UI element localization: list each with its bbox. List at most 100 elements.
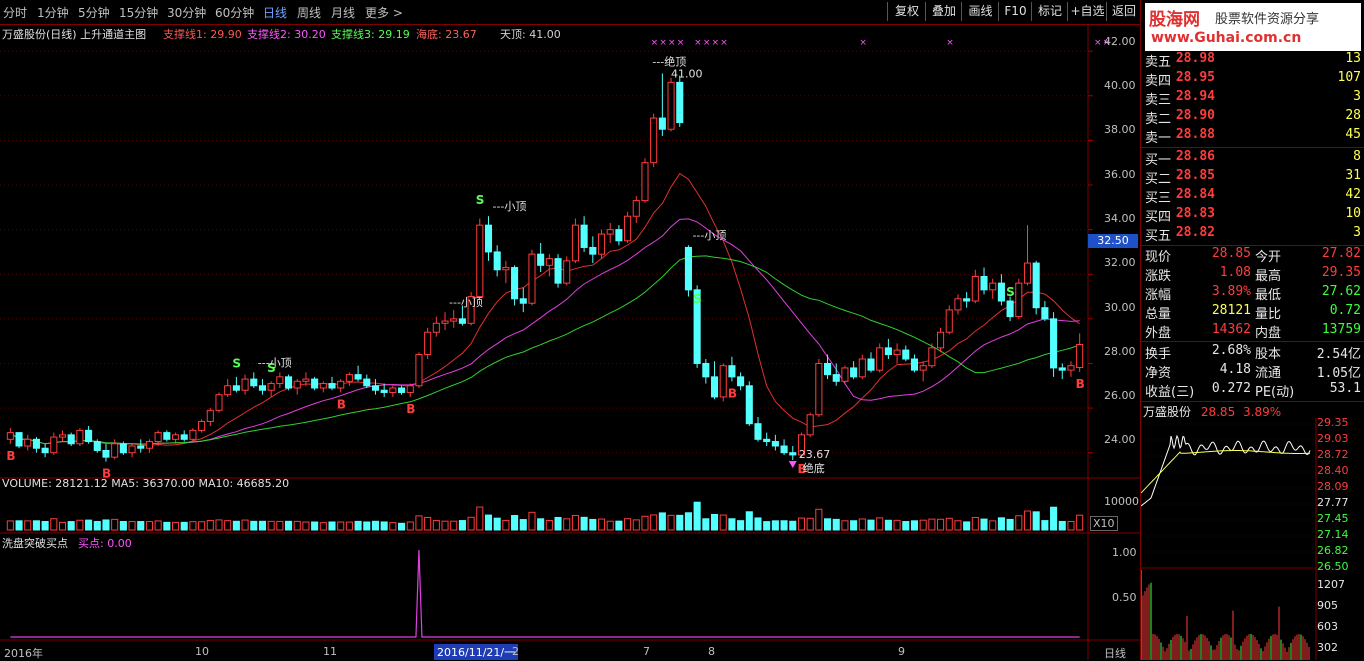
volume-bar: [850, 520, 858, 531]
sub-indicator-value: 买点: 0.00: [78, 537, 132, 550]
price-axis-label: 30.00: [1104, 301, 1136, 314]
toolbar-back-button[interactable]: 返回: [1106, 2, 1141, 21]
candle: [58, 430, 67, 442]
period-tab-60min[interactable]: 60分钟: [215, 4, 254, 21]
bid-2-row[interactable]: 买二 28.85 31: [1141, 168, 1364, 187]
bid-5-row[interactable]: 买五 28.82 3: [1141, 225, 1364, 244]
volume-bar: [67, 521, 75, 531]
volume-title: VOLUME: 28121.12 MA5: 36370.00 MA10: 466…: [2, 477, 290, 490]
mini-axis-label: 29.35: [1317, 416, 1349, 429]
ask-1-row[interactable]: 卖一 28.88 45: [1141, 127, 1364, 146]
candle: [997, 274, 1005, 306]
sell-signal-marker: S: [1006, 285, 1015, 299]
toolbar-add-watchlist-button[interactable]: +自选: [1067, 2, 1107, 21]
volume-bar: [467, 516, 475, 531]
candle: [597, 229, 606, 259]
peak-label: ---绝顶: [652, 54, 686, 68]
volume-bar: [398, 522, 406, 531]
volume-bar: [154, 520, 162, 531]
toolbar-overlay-button[interactable]: 叠加: [925, 2, 962, 21]
period-tab-5min[interactable]: 5分钟: [78, 4, 110, 21]
volume-bar: [137, 521, 145, 531]
sell-signal-marker: S: [476, 193, 485, 207]
period-tab-weekly[interactable]: 周线: [297, 4, 321, 21]
volume-bar: [198, 521, 206, 531]
x-marker: ×: [712, 38, 720, 48]
price-axis-label: 26.00: [1104, 389, 1136, 402]
mini-vol-axis-label: 1207: [1317, 578, 1345, 591]
divider: [1141, 341, 1364, 342]
period-tab-15min[interactable]: 15分钟: [119, 4, 158, 21]
bid-1-row[interactable]: 买一 28.86 8: [1141, 149, 1364, 168]
candle: [641, 158, 649, 203]
ask-3-row[interactable]: 卖三 28.94 3: [1141, 89, 1364, 108]
volume-bar: [624, 518, 632, 531]
volume-bar: [511, 515, 519, 531]
candle: [241, 374, 249, 395]
bottom-price-label: 23.67: [799, 448, 831, 461]
candle: [276, 372, 284, 388]
logo-banner: 股海网 股票软件资源分享 www.Guhai.com.cn: [1145, 3, 1361, 51]
volume-bar: [789, 520, 797, 531]
candle: [902, 345, 910, 362]
period-tab-more[interactable]: 更多 >: [365, 4, 403, 21]
candle: [519, 287, 527, 313]
support-line-2-legend: 支撑线2: 30.20: [247, 28, 326, 41]
candle: [119, 441, 127, 455]
period-tab-monthly[interactable]: 月线: [331, 4, 355, 21]
volume-bar: [128, 521, 136, 531]
candles: [6, 73, 1084, 462]
candle: [719, 363, 727, 402]
candle: [728, 356, 736, 382]
candle: [484, 216, 493, 261]
candle: [780, 439, 788, 455]
candle: [371, 379, 380, 395]
toolbar-mark-button[interactable]: 标记: [1031, 2, 1068, 21]
quote-row: 总量 28121 量比 0.72: [1145, 303, 1361, 322]
candle: [415, 352, 423, 388]
bid-3-row[interactable]: 买三 28.84 42: [1141, 187, 1364, 206]
ask-2-row[interactable]: 卖二 28.90 28: [1141, 108, 1364, 127]
period-tab-1min[interactable]: 1分钟: [37, 4, 69, 21]
candle: [1015, 278, 1023, 319]
period-tab-timeshare[interactable]: 分时: [3, 4, 27, 21]
candle: [737, 372, 745, 391]
toolbar-draw-button[interactable]: 画线: [961, 2, 999, 21]
x-marker: ×: [946, 38, 954, 48]
ma-line-20: [9, 218, 1080, 445]
volume-bar: [997, 517, 1005, 531]
mini-axis-label: 26.50: [1317, 560, 1349, 573]
date-axis-label: 8: [708, 645, 715, 658]
ask-4-row[interactable]: 卖四 28.95 107: [1141, 70, 1364, 89]
mini-axis-label: 27.14: [1317, 528, 1349, 541]
x-marker: ×: [651, 38, 659, 48]
volume-bar: [1050, 506, 1058, 531]
ma-lines: [9, 172, 1080, 447]
toolbar-restore-rights-button[interactable]: 复权: [887, 2, 926, 21]
volume-bar: [563, 518, 571, 531]
buy-signal-marker: B: [337, 397, 346, 411]
sell-signal-marker: S: [232, 356, 241, 370]
mini-axis-label: 26.82: [1317, 544, 1349, 557]
candle: [606, 222, 614, 243]
volume-bar: [693, 501, 701, 531]
chart-area[interactable]: S S S S S B B B B B B B ---小顶 ---小顶 ---小顶 ---小顶 ---绝顶 41.…: [0, 25, 1140, 660]
candle: [319, 381, 327, 393]
date-cursor-marker: 2016/11/21/一: [434, 644, 519, 660]
candle: [571, 218, 579, 264]
volume-bar: [363, 521, 371, 531]
volume-bar: [684, 512, 692, 531]
period-tab-30min[interactable]: 30分钟: [167, 4, 206, 21]
logo-main: 股海网: [1149, 10, 1200, 30]
bid-4-row[interactable]: 买四 28.83 10: [1141, 206, 1364, 225]
ask-5-row[interactable]: 卖五 28.98 13: [1141, 51, 1364, 70]
period-tab-daily[interactable]: 日线: [263, 4, 287, 21]
candle: [850, 361, 858, 380]
candle: [15, 432, 23, 449]
volume-bar: [1041, 520, 1049, 531]
volume-bar: [224, 520, 232, 531]
volume-bar: [702, 518, 710, 531]
toolbar-f10-button[interactable]: F10: [998, 2, 1032, 21]
volume-bar: [641, 515, 649, 531]
kline-chart[interactable]: S SSS SBBB BBBB---小顶---小顶---小顶---小顶---绝顶41.…: [0, 25, 1140, 660]
